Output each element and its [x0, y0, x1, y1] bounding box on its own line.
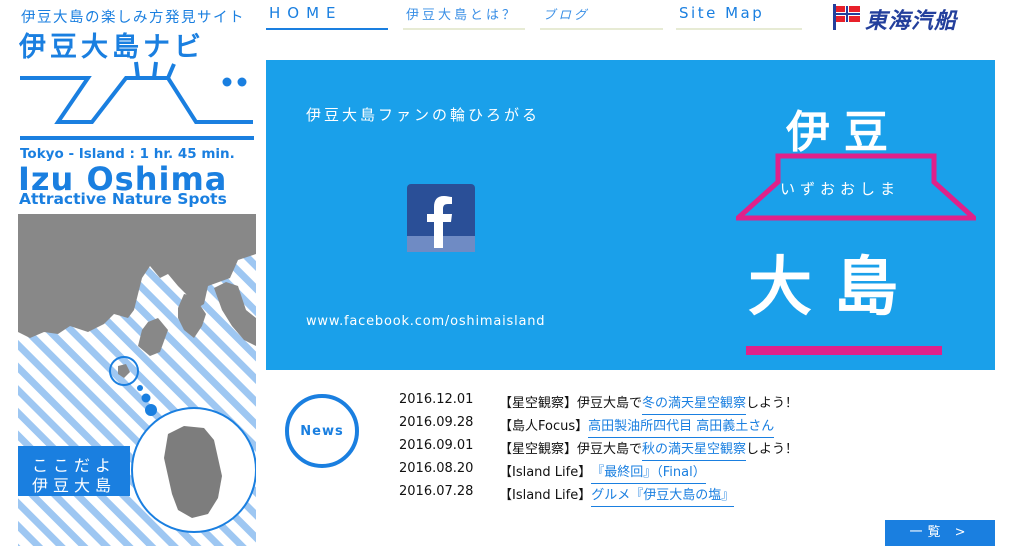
news-category: 【星空観察】伊豆大島で [499, 442, 643, 457]
news-date: 2016.09.28 [399, 415, 474, 430]
logo-underline [746, 346, 942, 355]
news-suffix: しよう！ [746, 442, 799, 457]
map-caption-island: 伊豆大島 [32, 476, 117, 495]
brand-name: 東海汽船 [865, 9, 958, 34]
news-more-button[interactable]: 一覧 > [885, 520, 995, 546]
news-list: 2016.12.01 【星空観察】伊豆大島で 冬の満天星空観察 しよう！ 201… [399, 392, 899, 507]
izu-oshima-logo: 伊豆 いずおおしま 大島 [736, 90, 976, 365]
nav-blog[interactable]: ブログ [540, 0, 663, 30]
banner-tagline: 伊豆大島ファンの輪ひろがる [306, 106, 541, 124]
nav-about[interactable]: 伊豆大島とは？ [403, 0, 525, 30]
news-category: 【Island Life】 [499, 465, 592, 480]
news-link[interactable]: グルメ『伊豆大島の塩』 [591, 484, 735, 507]
logo-bottom-text: 大島 [748, 251, 920, 325]
news-date: 2016.08.20 [399, 461, 474, 476]
logo-top-text: 伊豆 [786, 107, 902, 158]
facebook-icon[interactable] [407, 184, 475, 252]
flag-icon [833, 4, 860, 30]
news-date: 2016.09.01 [399, 438, 474, 453]
news-category: 【Island Life】 [499, 488, 592, 503]
site-tagline: 伊豆大島の楽しみ方発見サイト [21, 10, 245, 26]
news-heading: News [285, 394, 359, 468]
news-item: 2016.09.28 【島人Focus】 高田製油所四代目 高田義土さん [399, 415, 899, 438]
news-label: News [300, 423, 344, 439]
news-date: 2016.07.28 [399, 484, 474, 499]
sidebar: 伊豆大島の楽しみ方発見サイト 伊豆大島ナビ Tokyo - Island : 1… [18, 0, 256, 546]
logo-reading: いずおおしま [780, 180, 901, 198]
news-category: 【島人Focus】 [499, 419, 589, 434]
nav-sitemap[interactable]: Site Map [676, 0, 802, 30]
news-link[interactable]: 高田製油所四代目 高田義土さん [588, 415, 775, 438]
news-link[interactable]: 冬の満天星空観察 [642, 392, 747, 415]
news-category: 【星空観察】伊豆大島で [499, 396, 643, 411]
facebook-url[interactable]: www.facebook.com/oshimaisland [306, 314, 545, 329]
facebook-banner[interactable]: 伊豆大島ファンの輪ひろがる www.facebook.com/oshimaisl… [266, 60, 995, 370]
news-suffix: しよう！ [746, 396, 799, 411]
news-item: 2016.12.01 【星空観察】伊豆大島で 冬の満天星空観察 しよう！ [399, 392, 899, 415]
news-link[interactable]: 秋の満天星空観察 [642, 438, 747, 461]
mountain-logo-icon [20, 61, 254, 140]
location-map[interactable] [18, 214, 256, 546]
subtitle-en: Attractive Nature Spots [19, 190, 227, 208]
news-item: 2016.07.28 【Island Life】 グルメ『伊豆大島の塩』 [399, 484, 899, 507]
nav-home[interactable]: HOME [266, 0, 388, 30]
news-link[interactable]: 『最終回』（Final） [591, 461, 706, 484]
news-date: 2016.12.01 [399, 392, 474, 407]
news-item: 2016.08.20 【Island Life】 『最終回』（Final） [399, 461, 899, 484]
tokai-kisen-logo[interactable]: 東海汽船 [832, 2, 982, 34]
news-item: 2016.09.01 【星空観察】伊豆大島で 秋の満天星空観察 しよう！ [399, 438, 899, 461]
